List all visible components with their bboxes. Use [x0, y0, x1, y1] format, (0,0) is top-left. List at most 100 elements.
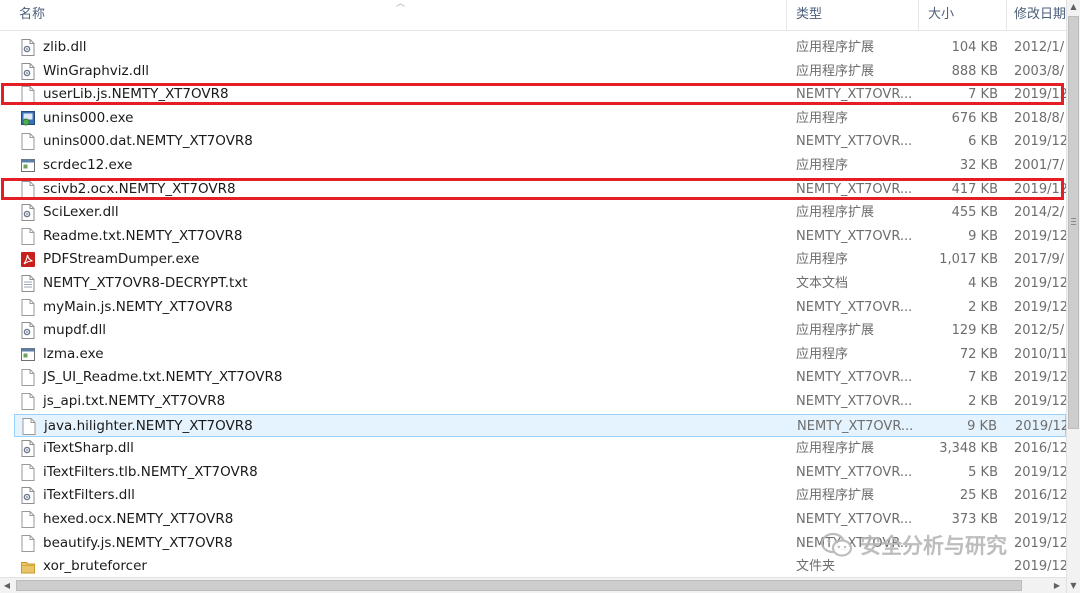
dll-icon: [21, 440, 35, 457]
file-icon: [21, 393, 35, 410]
file-type: NEMTY_XT7OVR...: [796, 394, 913, 409]
file-row[interactable]: unins000.dat.NEMTY_XT7OVR8 NEMTY_XT7OVR..…: [14, 130, 1069, 153]
file-date: 2019/12: [1014, 536, 1069, 551]
horizontal-scroll-thumb[interactable]: [16, 580, 1022, 591]
file-row[interactable]: iTextFilters.tlb.NEMTY_XT7OVR8 NEMTY_XT7O…: [14, 461, 1068, 484]
file-icon: [21, 535, 35, 552]
file-name: xor_bruteforcer: [43, 558, 147, 574]
column-header-size[interactable]: 大小: [928, 0, 954, 30]
file-name: NEMTY_XT7OVR8-DECRYPT.txt: [43, 275, 248, 291]
column-header-name[interactable]: 名称: [19, 0, 45, 30]
file-size: 32 KB: [959, 158, 998, 173]
file-size: 676 KB: [951, 111, 998, 126]
file-icon: [21, 464, 35, 481]
scroll-right-icon[interactable]: ▶: [1050, 578, 1064, 593]
file-size: 9 KB: [967, 419, 997, 434]
file-icon: [21, 369, 35, 386]
file-type: 应用程序扩展: [796, 205, 875, 220]
file-name: zlib.dll: [43, 39, 87, 55]
file-icon: [21, 228, 35, 245]
file-row[interactable]: NEMTY_XT7OVR8-DECRYPT.txt 文本文档 4 KB 2019/12: [14, 272, 1068, 295]
column-divider[interactable]: [786, 0, 787, 30]
file-name: JS_UI_Readme.txt.NEMTY_XT7OVR8: [43, 369, 283, 385]
file-row[interactable]: lzma.exe 应用程序 72 KB 2010/11: [14, 343, 1068, 366]
vertical-scroll-thumb[interactable]: [1068, 16, 1079, 429]
file-size: 2 KB: [968, 394, 998, 409]
scroll-up-icon[interactable]: ▲: [1067, 0, 1080, 14]
column-divider[interactable]: [1006, 0, 1007, 30]
file-date: 2019/12: [1014, 370, 1069, 385]
file-size: 4 KB: [968, 276, 998, 291]
file-row[interactable]: JS_UI_Readme.txt.NEMTY_XT7OVR8 NEMTY_XT7O…: [14, 366, 1069, 389]
file-name: scivb2.ocx.NEMTY_XT7OVR8: [43, 181, 236, 197]
file-type: NEMTY_XT7OVR...: [796, 370, 913, 385]
file-size: 6 KB: [968, 134, 998, 149]
column-header-type[interactable]: 类型: [796, 0, 822, 30]
file-type: NEMTY_XT7OVR...: [796, 300, 913, 315]
column-divider[interactable]: [918, 0, 919, 30]
file-name: js_api.txt.NEMTY_XT7OVR8: [43, 393, 226, 409]
dll-icon: [21, 39, 35, 56]
file-date: 2018/8/: [1014, 111, 1065, 126]
vertical-scrollbar[interactable]: ▲ ▼: [1066, 0, 1080, 593]
file-icon: [21, 511, 35, 528]
file-type: NEMTY_XT7OVR...: [796, 87, 913, 102]
file-row[interactable]: unins000.exe 应用程序 676 KB 2018/8/: [14, 107, 1066, 130]
file-type: NEMTY_XT7OVR...: [796, 134, 913, 149]
file-name: lzma.exe: [43, 346, 104, 362]
scroll-left-icon[interactable]: ◀: [0, 578, 14, 593]
file-date: 2019/12: [1014, 134, 1069, 149]
file-type: 应用程序: [796, 111, 849, 126]
file-icon: [22, 418, 36, 435]
file-size: 72 KB: [959, 347, 998, 362]
file-row[interactable]: iTextSharp.dll 应用程序扩展 3,348 KB 2016/12: [14, 437, 1068, 460]
file-date: 2016/12: [1014, 488, 1069, 503]
file-row[interactable]: iTextFilters.dll 应用程序扩展 25 KB 2016/12: [14, 484, 1069, 507]
file-date: 2014/2/: [1014, 205, 1065, 220]
file-size: 888 KB: [951, 64, 998, 79]
file-row[interactable]: PDFStreamDumper.exe 应用程序 1,017 KB 2017/9/: [14, 248, 1066, 271]
file-date: 2003/8/: [1014, 64, 1065, 79]
file-icon: [21, 299, 35, 316]
file-type: 应用程序: [796, 158, 849, 173]
file-row[interactable]: SciLexer.dll 应用程序扩展 455 KB 2014/2/: [14, 201, 1066, 224]
file-icon: [21, 86, 35, 103]
column-header-date[interactable]: 修改日期: [1014, 0, 1066, 30]
file-row[interactable]: myMain.js.NEMTY_XT7OVR8 NEMTY_XT7OVR... 2 …: [14, 296, 1069, 319]
file-row[interactable]: mupdf.dll 应用程序扩展 129 KB 2012/5/: [14, 319, 1066, 342]
file-type: 应用程序扩展: [796, 323, 875, 338]
file-row[interactable]: js_api.txt.NEMTY_XT7OVR8 NEMTY_XT7OVR... 2…: [14, 390, 1069, 413]
file-row[interactable]: scrdec12.exe 应用程序 32 KB 2001/7/: [14, 154, 1066, 177]
sort-arrow-icon: ︿: [396, 0, 406, 9]
file-size: 417 KB: [951, 182, 998, 197]
file-name: Readme.txt.NEMTY_XT7OVR8: [43, 228, 243, 244]
wechat-icon: [820, 532, 853, 557]
file-type: NEMTY_XT7OVR...: [797, 419, 914, 434]
file-date: 2001/7/: [1014, 158, 1065, 173]
file-name: PDFStreamDumper.exe: [43, 251, 200, 267]
grip-line: [1071, 221, 1076, 222]
file-name: SciLexer.dll: [43, 204, 119, 220]
file-date: 2019/12: [1014, 300, 1069, 315]
file-row[interactable]: java.hilighter.NEMTY_XT7OVR8 NEMTY_XT7OVR…: [14, 414, 1069, 437]
file-icon: [21, 181, 35, 198]
file-row[interactable]: zlib.dll 应用程序扩展 104 KB 2012/1/: [14, 36, 1066, 59]
horizontal-scrollbar[interactable]: ◀ ▶: [0, 577, 1066, 593]
file-row[interactable]: userLib.js.NEMTY_XT7OVR8 NEMTY_XT7OVR... 7…: [14, 83, 1068, 106]
file-row[interactable]: scivb2.ocx.NEMTY_XT7OVR8 NEMTY_XT7OVR... 4…: [14, 178, 1068, 201]
file-date: 2019/12: [1014, 394, 1069, 409]
file-name: iTextFilters.dll: [43, 487, 135, 503]
file-size: 9 KB: [968, 229, 998, 244]
file-date: 2019/12: [1014, 229, 1069, 244]
file-name: beautify.js.NEMTY_XT7OVR8: [43, 535, 233, 551]
file-size: 5 KB: [968, 465, 998, 480]
file-name: WinGraphviz.dll: [43, 63, 149, 79]
scroll-down-icon[interactable]: ▼: [1067, 579, 1080, 593]
file-name: unins000.exe: [43, 110, 134, 126]
file-size: 3,348 KB: [939, 441, 998, 456]
file-row[interactable]: Readme.txt.NEMTY_XT7OVR8 NEMTY_XT7OVR... 9…: [14, 225, 1069, 248]
dll-icon: [21, 204, 35, 221]
file-type: NEMTY_XT7OVR...: [796, 465, 913, 480]
file-row[interactable]: WinGraphviz.dll 应用程序扩展 888 KB 2003/8/: [14, 60, 1066, 83]
file-size: 7 KB: [968, 87, 998, 102]
